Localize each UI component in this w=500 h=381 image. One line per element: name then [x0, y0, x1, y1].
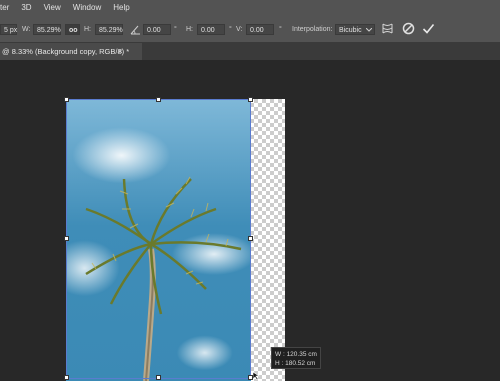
height-field[interactable]: 85.29% [95, 24, 123, 35]
w-label: W: [22, 26, 31, 33]
interpolation-label: Interpolation: [292, 26, 333, 33]
width-field[interactable]: 85.29% [33, 24, 61, 35]
readout-w-label: W : [275, 351, 285, 358]
rotate-angle-icon [130, 25, 140, 35]
document-tab[interactable]: @ 8.33% (Background copy, RGB/8) * × [0, 43, 142, 60]
transform-bounding-box[interactable] [66, 99, 251, 379]
warp-icon[interactable] [381, 22, 394, 35]
handle-top-right[interactable] [248, 97, 253, 102]
readout-h-value: 180.52 cm [285, 360, 316, 367]
handle-bottom-center[interactable] [156, 375, 161, 380]
transparent-area [250, 99, 285, 381]
handle-bottom-left[interactable] [64, 375, 69, 380]
readout-h-label: H : [275, 360, 284, 367]
document-tab-title: @ 8.33% (Background copy, RGB/8) * [2, 47, 130, 56]
handle-top-center[interactable] [156, 97, 161, 102]
vskew-unit: ° [279, 26, 282, 33]
handle-middle-left[interactable] [64, 236, 69, 241]
menu-bar: ter 3D View Window Help [0, 0, 500, 15]
vskew-label: V: [236, 26, 243, 33]
dimension-readout: W : 120.35 cm H : 180.52 cm [271, 347, 321, 369]
handle-top-left[interactable] [64, 97, 69, 102]
cancel-transform-icon[interactable] [402, 22, 415, 35]
angle-unit: ° [174, 26, 177, 33]
angle-field[interactable]: 0.00 [143, 24, 171, 35]
cursor-icon [253, 372, 260, 380]
menu-filter[interactable]: ter [0, 0, 9, 15]
interpolation-select[interactable]: Bicubic [335, 24, 375, 35]
link-button[interactable]: oo [65, 24, 80, 35]
handle-middle-right[interactable] [248, 236, 253, 241]
menu-window[interactable]: Window [73, 0, 101, 15]
close-icon[interactable]: × [118, 43, 123, 60]
menu-3d[interactable]: 3D [21, 0, 31, 15]
chevron-down-icon [366, 28, 372, 32]
hskew-field[interactable]: 0.00 [197, 24, 225, 35]
hskew-unit: ° [229, 26, 232, 33]
hskew-label: H: [186, 26, 193, 33]
vskew-field[interactable]: 0.00 [246, 24, 274, 35]
document-tab-bar: @ 8.33% (Background copy, RGB/8) * × [0, 43, 500, 60]
menu-help[interactable]: Help [113, 0, 129, 15]
readout-w-value: 120.35 cm [286, 351, 317, 358]
commit-transform-icon[interactable] [422, 22, 435, 35]
h-label: H: [84, 26, 91, 33]
x-field[interactable]: 5 px [0, 24, 17, 35]
interpolation-value: Bicubic [339, 27, 362, 34]
options-bar: 5 px W: 85.29% oo H: 85.29% 0.00 ° H: 0.… [0, 15, 500, 43]
menu-view[interactable]: View [44, 0, 61, 15]
